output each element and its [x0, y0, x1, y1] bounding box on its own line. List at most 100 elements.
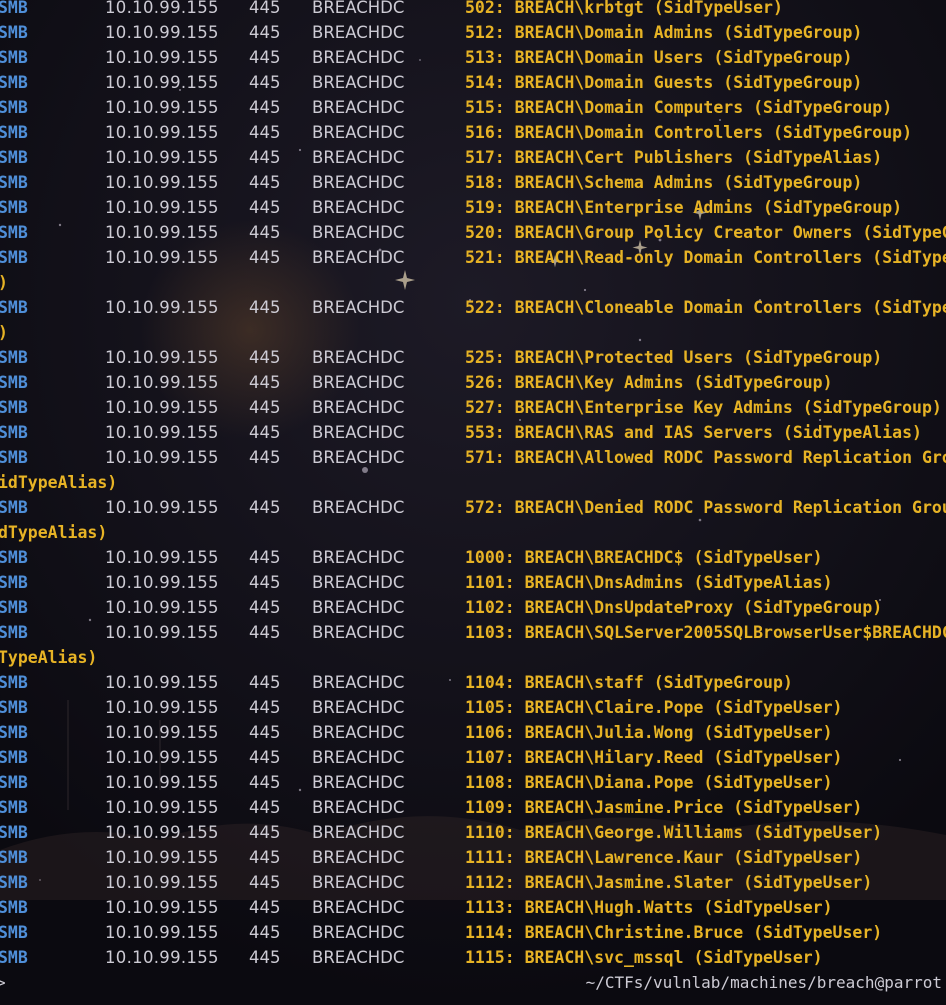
output-line: SMB 10.10.99.155 445 BREACHDC 502: BREACH\kr…: [0, 0, 946, 20]
wrapped-text: TypeAlias): [0, 648, 98, 667]
ip-address: 10.10.99.155: [105, 298, 219, 317]
port-number: 445: [249, 223, 281, 242]
protocol-label: SMB: [0, 698, 28, 717]
output-line: SMB 10.10.99.155 445 BREACHDC 525: BREACH\Pr…: [0, 345, 946, 370]
protocol-label: SMB: [0, 198, 28, 217]
port-number: 445: [249, 798, 281, 817]
sid-entry: 1115: BREACH\svc_mssql (SidTypeUser): [465, 948, 823, 967]
port-number: 445: [249, 248, 281, 267]
sid-entry: 519: BREACH\Enterprise Admins (SidTypeGr…: [465, 198, 903, 217]
ip-address: 10.10.99.155: [105, 773, 219, 792]
output-line: SMB 10.10.99.155 445 BREACHDC 519: BREACH\En…: [0, 195, 946, 220]
hostname: BREACHDC: [312, 173, 405, 192]
port-number: 445: [249, 373, 281, 392]
protocol-label: SMB: [0, 398, 28, 417]
hostname: BREACHDC: [312, 148, 405, 167]
protocol-label: SMB: [0, 423, 28, 442]
hostname: BREACHDC: [312, 498, 405, 517]
hostname: BREACHDC: [312, 548, 405, 567]
output-line: SMB 10.10.99.155 445 BREACHDC 513: BREACH\Do…: [0, 45, 946, 70]
protocol-label: SMB: [0, 673, 28, 692]
sid-entry: 553: BREACH\RAS and IAS Servers (SidType…: [465, 423, 922, 442]
output-line: SMB 10.10.99.155 445 BREACHDC 1110: BREACH\G…: [0, 820, 946, 845]
sid-entry: 1106: BREACH\Julia.Wong (SidTypeUser): [465, 723, 833, 742]
protocol-label: SMB: [0, 623, 28, 642]
hostname: BREACHDC: [312, 48, 405, 67]
wrapped-line: dTypeAlias): [0, 520, 946, 545]
output-line: SMB 10.10.99.155 445 BREACHDC 1104: BREACH\s…: [0, 670, 946, 695]
wrapped-text: dTypeAlias): [0, 523, 108, 542]
sid-entry: 1101: BREACH\DnsAdmins (SidTypeAlias): [465, 573, 833, 592]
protocol-label: SMB: [0, 598, 28, 617]
output-line: SMB 10.10.99.155 445 BREACHDC 518: BREACH\Sc…: [0, 170, 946, 195]
sid-entry: 1000: BREACH\BREACHDC$ (SidTypeUser): [465, 548, 823, 567]
protocol-label: SMB: [0, 73, 28, 92]
wrapped-line: ): [0, 320, 946, 345]
hostname: BREACHDC: [312, 398, 405, 417]
sid-entry: 525: BREACH\Protected Users (SidTypeGrou…: [465, 348, 883, 367]
hostname: BREACHDC: [312, 248, 405, 267]
protocol-label: SMB: [0, 873, 28, 892]
terminal-output: SMB 10.10.99.155 445 BREACHDC 502: BREACH\kr…: [0, 0, 946, 975]
sid-entry: 515: BREACH\Domain Computers (SidTypeGro…: [465, 98, 893, 117]
output-line: SMB 10.10.99.155 445 BREACHDC 1107: BREACH\H…: [0, 745, 946, 770]
sid-entry: 1102: BREACH\DnsUpdateProxy (SidTypeGrou…: [465, 598, 883, 617]
hostname: BREACHDC: [312, 748, 405, 767]
ip-address: 10.10.99.155: [105, 248, 219, 267]
protocol-label: SMB: [0, 923, 28, 942]
protocol-label: SMB: [0, 823, 28, 842]
output-line: SMB 10.10.99.155 445 BREACHDC 1101: BREACH\D…: [0, 570, 946, 595]
protocol-label: SMB: [0, 348, 28, 367]
hostname: BREACHDC: [312, 623, 405, 642]
port-number: 445: [249, 423, 281, 442]
port-number: 445: [249, 498, 281, 517]
port-number: 445: [249, 723, 281, 742]
protocol-label: SMB: [0, 798, 28, 817]
protocol-label: SMB: [0, 573, 28, 592]
port-number: 445: [249, 148, 281, 167]
sid-entry: 1110: BREACH\George.Williams (SidTypeUse…: [465, 823, 883, 842]
port-number: 445: [249, 873, 281, 892]
port-number: 445: [249, 748, 281, 767]
ip-address: 10.10.99.155: [105, 173, 219, 192]
hostname: BREACHDC: [312, 373, 405, 392]
ip-address: 10.10.99.155: [105, 798, 219, 817]
sid-entry: 1112: BREACH\Jasmine.Slater (SidTypeUser…: [465, 873, 873, 892]
shell-prompt[interactable]: > ~/CTFs/vulnlab/machines/breach@parrot: [0, 968, 946, 998]
sid-entry: 513: BREACH\Domain Users (SidTypeGroup): [465, 48, 853, 67]
ip-address: 10.10.99.155: [105, 573, 219, 592]
ip-address: 10.10.99.155: [105, 0, 219, 17]
sid-entry: 517: BREACH\Cert Publishers (SidTypeAlia…: [465, 148, 883, 167]
hostname: BREACHDC: [312, 948, 405, 967]
protocol-label: SMB: [0, 48, 28, 67]
output-line: SMB 10.10.99.155 445 BREACHDC 512: BREACH\Do…: [0, 20, 946, 45]
ip-address: 10.10.99.155: [105, 73, 219, 92]
hostname: BREACHDC: [312, 223, 405, 242]
output-line: SMB 10.10.99.155 445 BREACHDC 520: BREACH\Gr…: [0, 220, 946, 245]
protocol-label: SMB: [0, 0, 28, 17]
protocol-label: SMB: [0, 898, 28, 917]
protocol-label: SMB: [0, 748, 28, 767]
protocol-label: SMB: [0, 773, 28, 792]
port-number: 445: [249, 298, 281, 317]
ip-address: 10.10.99.155: [105, 498, 219, 517]
protocol-label: SMB: [0, 248, 28, 267]
sid-entry: 514: BREACH\Domain Guests (SidTypeGroup): [465, 73, 863, 92]
ip-address: 10.10.99.155: [105, 698, 219, 717]
port-number: 445: [249, 898, 281, 917]
output-line: SMB 10.10.99.155 445 BREACHDC 527: BREACH\En…: [0, 395, 946, 420]
sid-entry: 1107: BREACH\Hilary.Reed (SidTypeUser): [465, 748, 843, 767]
output-line: SMB 10.10.99.155 445 BREACHDC 553: BREACH\RA…: [0, 420, 946, 445]
ip-address: 10.10.99.155: [105, 23, 219, 42]
output-line: SMB 10.10.99.155 445 BREACHDC 1102: BREACH\D…: [0, 595, 946, 620]
ip-address: 10.10.99.155: [105, 723, 219, 742]
hostname: BREACHDC: [312, 798, 405, 817]
sid-entry: 1108: BREACH\Diana.Pope (SidTypeUser): [465, 773, 833, 792]
port-number: 445: [249, 398, 281, 417]
sid-entry: 527: BREACH\Enterprise Key Admins (SidTy…: [465, 398, 942, 417]
sid-entry: 520: BREACH\Group Policy Creator Owners …: [465, 223, 946, 242]
hostname: BREACHDC: [312, 98, 405, 117]
hostname: BREACHDC: [312, 823, 405, 842]
port-number: 445: [249, 623, 281, 642]
hostname: BREACHDC: [312, 673, 405, 692]
